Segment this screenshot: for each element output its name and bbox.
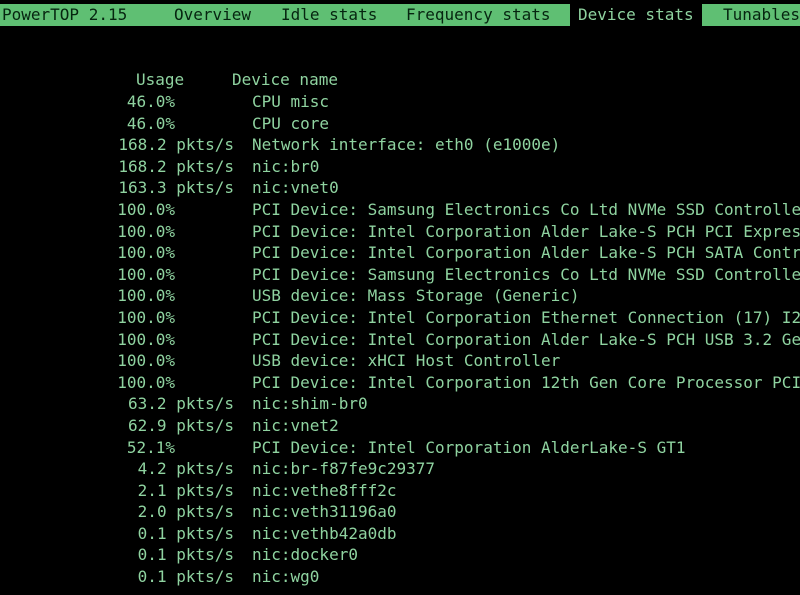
device-name: USB device: Mass Storage (Generic) <box>252 286 580 306</box>
table-row: 63.2 pkts/s nic:shim-br0 <box>0 393 800 415</box>
usage-value: 0.1 pkts/s <box>137 523 234 543</box>
device-name: nic:veth31196a0 <box>252 502 397 522</box>
table-row: 100.0% PCI Device: Intel Corporation 12th… <box>0 372 800 394</box>
device-name: nic:vethe8fff2c <box>252 480 397 500</box>
usage-value: 100.0% <box>117 221 175 241</box>
usage-value: 168.2 pkts/s <box>118 156 234 176</box>
usage-value: 100.0% <box>117 199 175 219</box>
tab-device-stats[interactable]: Device stats <box>570 4 702 26</box>
device-name: CPU core <box>252 113 330 133</box>
table-row: 46.0% CPU core <box>0 113 800 135</box>
table-row: 62.9 pkts/s nic:vnet2 <box>0 415 800 437</box>
usage-value: 4.2 pkts/s <box>137 459 234 479</box>
table-row: 100.0% PCI Device: Intel Corporation Alde… <box>0 221 800 243</box>
device-name: nic:shim-br0 <box>252 394 368 414</box>
usage-value: 2.0 pkts/s <box>137 502 234 522</box>
usage-value: 52.1% <box>126 437 175 457</box>
usage-value: 100.0% <box>117 307 175 327</box>
table-row: 168.2 pkts/s nic:br0 <box>0 156 800 178</box>
table-row: 46.0% CPU misc <box>0 91 800 113</box>
table-row: 100.0% PCI Device: Samsung Electronics Co… <box>0 199 800 221</box>
usage-value: 63.2 pkts/s <box>128 394 234 414</box>
table-row: 100.0% PCI Device: Samsung Electronics Co… <box>0 264 800 286</box>
app-title: PowerTOP 2.15 <box>2 5 128 24</box>
column-header-usage: Usage <box>136 70 185 89</box>
usage-value: 168.2 pkts/s <box>118 135 234 155</box>
usage-value: 0.1 pkts/s <box>137 545 234 565</box>
usage-value: 46.0% <box>126 92 175 111</box>
tab-tunables[interactable]: Tunables <box>723 4 800 26</box>
table-row: 2.0 pkts/s nic:veth31196a0 <box>0 501 800 523</box>
device-name: PCI Device: Intel Corporation AlderLake-… <box>252 437 686 457</box>
usage-value: 0.1 pkts/s <box>137 567 234 587</box>
device-name: Network interface: eth0 (e1000e) <box>252 135 561 155</box>
device-name: PCI Device: Intel Corporation Alder Lake… <box>252 221 800 241</box>
device-name: nic:vethb42a0db <box>252 523 397 543</box>
device-name: PCI Device: Intel Corporation Alder Lake… <box>252 329 800 349</box>
usage-value: 100.0% <box>117 243 175 263</box>
table-row: 100.0% PCI Device: Intel Corporation Ethe… <box>0 307 800 329</box>
device-name: nic:docker0 <box>252 545 358 565</box>
table-row: 168.2 pkts/s Network interface: eth0 (e10… <box>0 134 800 156</box>
usage-value: 2.1 pkts/s <box>137 480 234 500</box>
usage-value: 163.3 pkts/s <box>118 178 234 198</box>
tab-idle-stats[interactable]: Idle stats <box>281 4 377 26</box>
table-row: 0.1 pkts/s nic:docker0 <box>0 544 800 566</box>
device-name: nic:vnet0 <box>252 178 339 198</box>
column-header-device-name: Device name <box>232 70 338 89</box>
table-row: 0.1 pkts/s nic:vethb42a0db <box>0 523 800 545</box>
device-name: CPU misc <box>252 92 330 111</box>
device-name: PCI Device: Samsung Electronics Co Ltd N… <box>252 199 800 219</box>
table-row: 163.3 pkts/s nic:vnet0 <box>0 177 800 199</box>
device-name: nic:wg0 <box>252 567 320 587</box>
table-row: 100.0% USB device: Mass Storage (Generic) <box>0 285 800 307</box>
table-row: 2.1 pkts/s nic:vethe8fff2c <box>0 480 800 502</box>
usage-value: 100.0% <box>117 372 175 392</box>
table-row: 4.2 pkts/s nic:br-f87fe9c29377 <box>0 458 800 480</box>
usage-value: 100.0% <box>117 351 175 371</box>
device-name: PCI Device: Intel Corporation Alder Lake… <box>252 243 800 263</box>
device-name: PCI Device: Intel Corporation Ethernet C… <box>252 307 800 327</box>
device-name: PCI Device: Samsung Electronics Co Ltd N… <box>252 264 800 284</box>
usage-value: 100.0% <box>117 264 175 284</box>
device-name: nic:vnet2 <box>252 415 339 435</box>
table-row: 100.0% USB device: xHCI Host Controller <box>0 350 800 372</box>
table-row: 0.1 pkts/s nic:wg0 <box>0 566 800 588</box>
usage-value: 62.9 pkts/s <box>128 415 234 435</box>
device-name: PCI Device: Intel Corporation 12th Gen C… <box>252 372 800 392</box>
tab-frequency-stats[interactable]: Frequency stats <box>406 4 551 26</box>
table-row: 100.0% PCI Device: Intel Corporation Alde… <box>0 329 800 351</box>
usage-value: 100.0% <box>117 329 175 349</box>
table-row: 100.0% PCI Device: Intel Corporation Alde… <box>0 242 800 264</box>
device-name: nic:br0 <box>252 156 320 176</box>
device-name: USB device: xHCI Host Controller <box>252 351 561 371</box>
usage-value: 100.0% <box>117 286 175 306</box>
device-name: nic:br-f87fe9c29377 <box>252 459 436 479</box>
tab-overview[interactable]: Overview <box>174 4 251 26</box>
device-stats-table: 46.0% CPU misc 46.0% CPU core 168.2 pkts/s Ne… <box>0 91 800 595</box>
table-row: 52.1% PCI Device: Intel Corporation Alder… <box>0 437 800 459</box>
top-menu-bar: PowerTOP 2.15 Overview Idle stats Freque… <box>0 4 800 26</box>
usage-value: 46.0% <box>126 113 175 133</box>
